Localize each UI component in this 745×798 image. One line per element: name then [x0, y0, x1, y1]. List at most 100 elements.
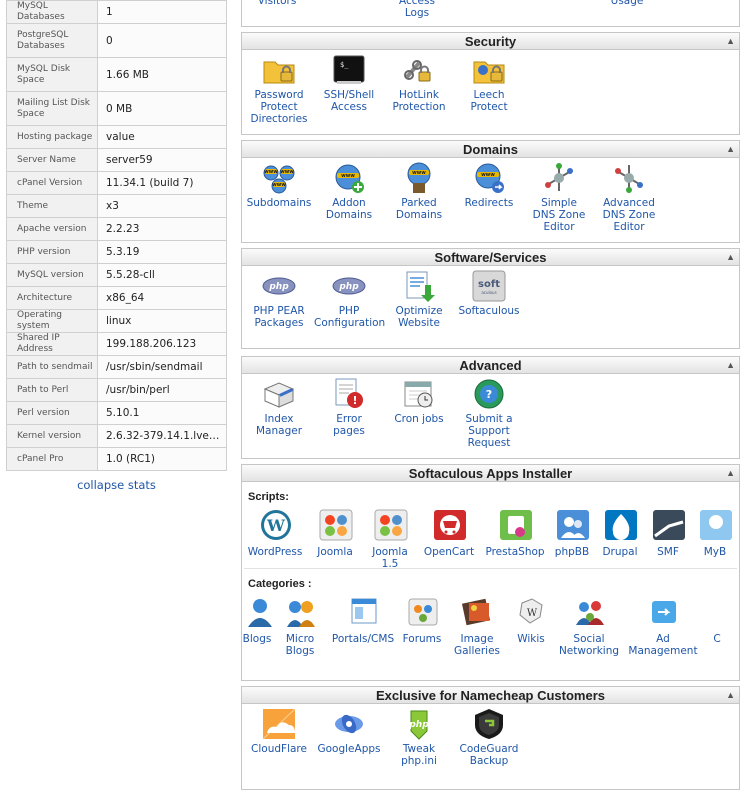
collapse-arrow-icon[interactable]: ▲ — [726, 33, 735, 50]
stats-value: 0 MB — [97, 91, 227, 126]
addon-domains-link[interactable]: www Addon Domains — [314, 161, 384, 233]
item-label: Image Galleries — [453, 633, 501, 657]
php-pear-link[interactable]: php PHP PEAR Packages — [244, 269, 314, 329]
software-panel-header[interactable]: Software/Services ▲ — [242, 249, 739, 266]
security-panel-header[interactable]: Security ▲ — [242, 33, 739, 50]
item-label: PrestaShop — [485, 546, 545, 558]
more-category-icon — [702, 595, 736, 629]
stats-value: /usr/sbin/sendmail — [97, 355, 227, 379]
codeguard-link[interactable]: CodeGuard Backup — [454, 707, 524, 767]
redirects-link[interactable]: www Redirects — [454, 161, 524, 233]
phpbb-icon — [555, 508, 589, 542]
stats-row: Perl version 5.10.1 — [6, 401, 227, 425]
micro-blogs-icon — [283, 595, 317, 629]
advanced-panel-header[interactable]: Advanced ▲ — [242, 357, 739, 374]
domains-panel-header[interactable]: Domains ▲ — [242, 141, 739, 158]
forums-link[interactable]: Forums — [398, 595, 446, 655]
collapse-arrow-icon[interactable]: ▲ — [726, 465, 735, 482]
stats-row: Mailing List Disk Space 0 MB — [6, 91, 227, 126]
terminal-link[interactable]: $_ SSH/Shell Access — [314, 53, 384, 125]
item-label: SSH/Shell Access — [323, 89, 375, 113]
item-label: Tweak php.ini — [401, 743, 437, 767]
collapse-arrow-icon[interactable]: ▲ — [726, 249, 735, 266]
wikis-icon: W — [514, 595, 548, 629]
stats-value: x86_64 — [97, 286, 227, 310]
mybb-link[interactable]: MyB — [690, 508, 739, 568]
svg-text:soft: soft — [478, 279, 500, 290]
item-label: Parked Domains — [395, 197, 443, 221]
svg-text:$_: $_ — [340, 61, 349, 69]
stats-key: cPanel Pro — [6, 447, 98, 471]
stats-row: MySQL Disk Space 1.66 MB — [6, 57, 227, 92]
domains-panel: Domains ▲ www www www Subdomains www Addon Dom… — [241, 140, 740, 243]
wordpress-link[interactable]: W WordPress — [242, 508, 308, 568]
smf-link[interactable]: SMF — [646, 508, 690, 568]
item-label: Subdomains — [246, 197, 312, 209]
tweak-phpini-link[interactable]: php Tweak php.ini — [384, 707, 454, 767]
joomla15-link[interactable]: Joomla 1.5 — [362, 508, 418, 570]
visitors-link[interactable]: Visitors — [242, 0, 312, 7]
stats-row: Shared IP Address 199.188.206.123 — [6, 332, 227, 356]
dns-zone-icon — [541, 161, 577, 195]
portals-cms-link[interactable]: Portals/CMS — [328, 595, 398, 655]
stats-row: PostgreSQL Databases 0 — [6, 23, 227, 58]
cloudflare-link[interactable]: CloudFlare — [244, 707, 314, 767]
error-pages-link[interactable]: ! Error pages — [314, 377, 384, 449]
stats-key: Path to sendmail — [6, 355, 98, 379]
wikis-link[interactable]: W Wikis — [508, 595, 554, 655]
social-networking-icon — [572, 595, 606, 629]
optimize-website-link[interactable]: Optimize Website — [384, 269, 454, 329]
googleapps-link[interactable]: GoogleApps — [314, 707, 384, 767]
support-request-link[interactable]: ? Submit a Support Request — [454, 377, 524, 449]
micro-blogs-link[interactable]: Micro Blogs — [272, 595, 328, 657]
drupal-link[interactable]: Drupal — [594, 508, 646, 568]
stats-key: Shared IP Address — [6, 332, 98, 356]
image-galleries-link[interactable]: Image Galleries — [446, 595, 508, 657]
collapse-stats-link[interactable]: collapse stats — [6, 478, 227, 492]
mybb-icon — [698, 508, 732, 542]
parked-domains-link[interactable]: www Parked Domains — [384, 161, 454, 233]
access-logs-link[interactable]: Access Logs — [382, 0, 452, 19]
social-networking-link[interactable]: Social Networking — [554, 595, 624, 657]
php-config-link[interactable]: php PHP Configuration — [314, 269, 385, 329]
opencart-link[interactable]: OpenCart — [418, 508, 480, 568]
phpbb-link[interactable]: phpBB — [550, 508, 594, 568]
ad-management-link[interactable]: Ad Management — [624, 595, 702, 657]
stats-row: Path to Perl/usr/bin/perl — [6, 378, 227, 402]
more-category-link[interactable]: C — [702, 595, 732, 655]
softaculous-link[interactable]: soft aculous Softaculous — [454, 269, 524, 329]
svg-text:php: php — [268, 282, 289, 292]
item-label: HotLink Protection — [392, 89, 446, 113]
stats-key: PostgreSQL Databases — [6, 23, 98, 58]
svg-text:?: ? — [486, 388, 492, 401]
stats-row: Hosting package value — [6, 125, 227, 149]
joomla-link[interactable]: Joomla — [308, 508, 362, 568]
index-manager-link[interactable]: Index Manager — [244, 377, 314, 449]
blogs-link[interactable]: Blogs — [242, 595, 272, 655]
collapse-arrow-icon[interactable]: ▲ — [726, 357, 735, 374]
stats-value: 0 — [97, 23, 227, 58]
svg-text:www: www — [481, 172, 495, 178]
dns-zone-link[interactable]: Simple DNS Zone Editor — [524, 161, 594, 233]
item-label: Advanced DNS Zone Editor — [602, 197, 656, 233]
item-label: Simple DNS Zone Editor — [532, 197, 586, 233]
cron-jobs-link[interactable]: Cron jobs — [384, 377, 454, 449]
leech-lock-link[interactable]: Leech Protect — [454, 53, 524, 125]
security-panel: Security ▲ Password Protect Directories $_ S… — [241, 32, 740, 135]
bandwidth-usage-link[interactable]: Usage — [592, 0, 662, 7]
software-title: Software/Services — [434, 250, 547, 265]
leech-lock-icon — [471, 53, 507, 87]
item-label: Index Manager — [255, 413, 303, 437]
stats-row: cPanel Pro 1.0 (RC1) — [6, 447, 227, 471]
chain-lock-link[interactable]: HotLink Protection — [384, 53, 454, 125]
folder-lock-link[interactable]: Password Protect Directories — [244, 53, 314, 125]
collapse-arrow-icon[interactable]: ▲ — [726, 141, 735, 158]
softaculous-panel-header[interactable]: Softaculous Apps Installer ▲ — [242, 465, 739, 482]
collapse-arrow-icon[interactable]: ▲ — [726, 687, 735, 704]
stats-value: x3 — [97, 194, 227, 218]
prestashop-link[interactable]: PrestaShop — [480, 508, 550, 568]
item-label: Error pages — [333, 413, 365, 437]
subdomains-link[interactable]: www www www Subdomains — [244, 161, 314, 233]
namecheap-panel-header[interactable]: Exclusive for Namecheap Customers ▲ — [242, 687, 739, 704]
advanced-dns-link[interactable]: Advanced DNS Zone Editor — [594, 161, 664, 233]
